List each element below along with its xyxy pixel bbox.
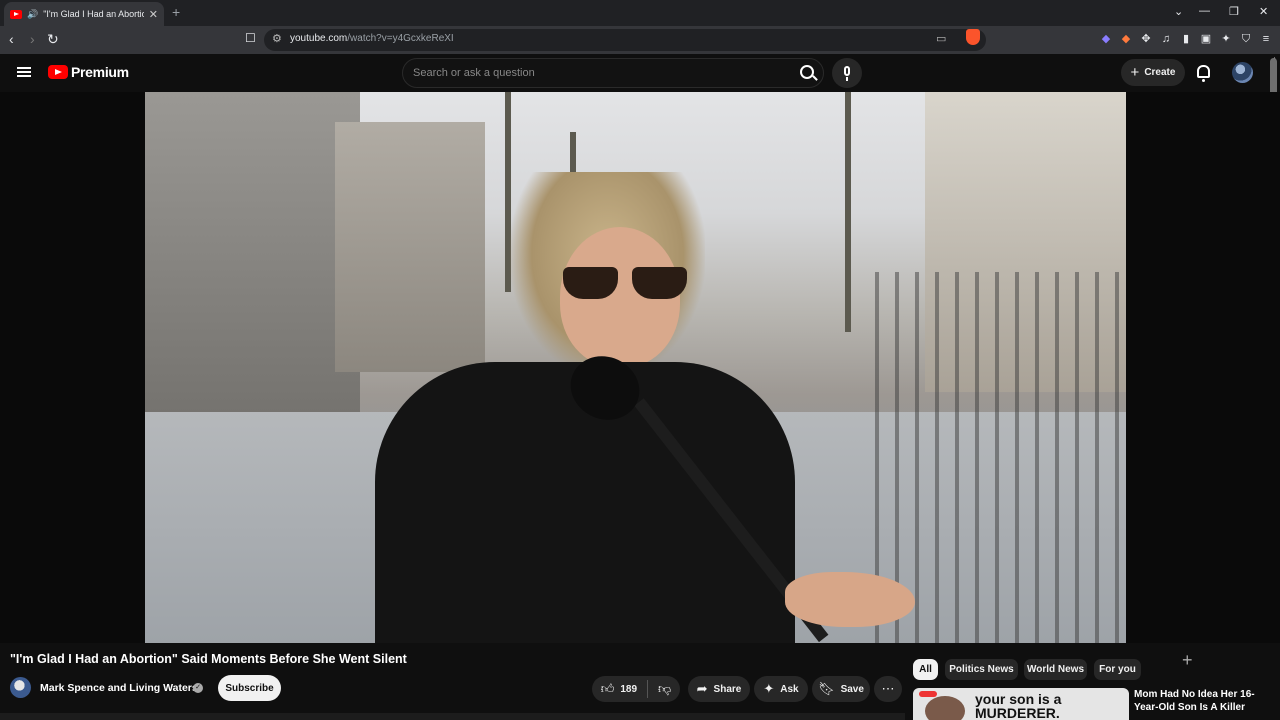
save-button[interactable]: 🔖︎ Save: [812, 676, 870, 702]
browser-toolbar: ‹ › ↻ ☐ ⚙ youtube.com/watch?v=y4GcxkeReX…: [0, 26, 1280, 54]
search-input[interactable]: Search or ask a question: [402, 58, 824, 88]
youtube-header: Premium Search or ask a question + Creat…: [0, 54, 1280, 92]
divider: [647, 680, 649, 698]
music-icon[interactable]: ♫: [1159, 32, 1173, 46]
background-building: [145, 92, 360, 422]
sparkle-icon: ✦: [763, 681, 775, 696]
minimize-icon[interactable]: —: [1199, 5, 1210, 17]
video-title: "I'm Glad I Had an Abortion" Said Moment…: [10, 652, 407, 666]
search-placeholder: Search or ask a question: [413, 67, 535, 79]
mic-icon[interactable]: [832, 58, 862, 88]
tab-close-icon[interactable]: ✕: [149, 8, 158, 21]
sunglasses: [563, 267, 687, 299]
chips-next-icon[interactable]: +: [1182, 650, 1193, 671]
audio-playing-icon[interactable]: 🔊: [27, 9, 38, 20]
address-bar[interactable]: ⚙ youtube.com/watch?v=y4GcxkeReXI ▭: [264, 29, 986, 51]
wallet-icon[interactable]: ▣: [1199, 32, 1213, 46]
share-button[interactable]: ➦ Share: [688, 676, 750, 702]
youtube-premium-logo[interactable]: Premium: [48, 64, 129, 80]
bookmark-page-icon[interactable]: ☐: [245, 31, 256, 45]
extension-icon[interactable]: ◆: [1119, 32, 1133, 46]
window-close-icon[interactable]: ✕: [1259, 5, 1268, 18]
bell-icon[interactable]: [1197, 65, 1210, 82]
ask-button[interactable]: ✦ Ask: [754, 676, 808, 702]
ask-label: Ask: [780, 683, 799, 695]
browser-tab-bar: 🔊 "I'm Glad I Had an Abortion" ✕ + ⌄ — ❐…: [0, 0, 1280, 26]
save-label: Save: [840, 683, 864, 695]
recommended-title[interactable]: Mom Had No Idea Her 16-Year-Old Son Is A…: [1134, 688, 1269, 714]
interviewee: [375, 172, 829, 643]
chip-world-news[interactable]: World News: [1024, 659, 1087, 680]
recommended-thumbnail[interactable]: your son is a MURDERER.: [913, 688, 1129, 720]
url-text[interactable]: youtube.com/watch?v=y4GcxkeReXI: [290, 33, 454, 44]
like-dislike-group: 👍︎ 189 👎︎: [592, 676, 680, 702]
extensions-puzzle-icon[interactable]: ✥: [1139, 32, 1153, 46]
railing: [875, 272, 1126, 643]
ai-sparkle-icon[interactable]: ✦: [1219, 32, 1233, 46]
thumbnail-badge: [919, 691, 937, 697]
browser-menu-icon[interactable]: ≡: [1259, 32, 1273, 46]
verified-icon: ✓: [193, 683, 203, 693]
url-host: youtube.com: [290, 33, 348, 44]
like-count[interactable]: 189: [620, 684, 637, 695]
chip-for-you[interactable]: For you: [1094, 659, 1141, 680]
hamburger-icon[interactable]: [17, 67, 31, 77]
bookmark-icon: 🔖︎: [818, 681, 835, 696]
chip-politics-news[interactable]: Politics News: [945, 659, 1018, 680]
search-icon[interactable]: [800, 65, 814, 79]
reload-icon[interactable]: ↻: [47, 31, 59, 48]
channel-avatar[interactable]: [10, 677, 31, 698]
subscribe-button[interactable]: Subscribe: [218, 675, 281, 701]
forward-icon[interactable]: ›: [30, 31, 35, 47]
new-tab-icon[interactable]: +: [172, 4, 180, 20]
logo-text: Premium: [71, 64, 129, 80]
youtube-favicon-icon: [10, 9, 22, 19]
palm-tree: [845, 92, 851, 332]
maximize-icon[interactable]: ❐: [1229, 5, 1239, 18]
tab-search-icon[interactable]: ⌄: [1174, 5, 1183, 18]
video-frame[interactable]: [145, 92, 1126, 643]
vpn-shield-icon[interactable]: ⛉: [1239, 32, 1253, 46]
youtube-logo-icon: [48, 65, 68, 79]
create-button[interactable]: + Create: [1121, 59, 1185, 86]
like-icon[interactable]: 👍︎: [601, 681, 615, 697]
share-icon: ➦: [696, 681, 708, 696]
extension-icon[interactable]: ◆: [1099, 32, 1113, 46]
description-box-edge: [0, 713, 905, 720]
avatar[interactable]: [1232, 62, 1253, 83]
cast-icon[interactable]: ▭: [936, 32, 946, 45]
sidebar-icon[interactable]: ▮: [1179, 32, 1193, 46]
share-label: Share: [713, 683, 742, 695]
back-icon[interactable]: ‹: [9, 31, 14, 47]
chip-all[interactable]: All: [913, 659, 938, 680]
thumbnail-face: [925, 696, 965, 720]
channel-name[interactable]: Mark Spence and Living Waters: [40, 682, 198, 694]
create-label: Create: [1144, 67, 1176, 78]
brave-shields-icon[interactable]: [966, 29, 980, 45]
dislike-icon[interactable]: 👎︎: [658, 681, 671, 697]
url-path: /watch?v=y4GcxkeReXI: [347, 33, 454, 44]
more-actions-button[interactable]: ⋯: [874, 676, 902, 702]
site-info-icon[interactable]: ⚙: [272, 32, 282, 45]
thumbnail-text: your son is a MURDERER.: [975, 691, 1062, 720]
plus-icon: +: [1130, 64, 1140, 81]
video-player[interactable]: [0, 92, 1280, 643]
more-icon: ⋯: [881, 681, 895, 696]
browser-tab[interactable]: 🔊 "I'm Glad I Had an Abortion" ✕: [4, 2, 164, 26]
tab-title: "I'm Glad I Had an Abortion": [43, 9, 144, 19]
